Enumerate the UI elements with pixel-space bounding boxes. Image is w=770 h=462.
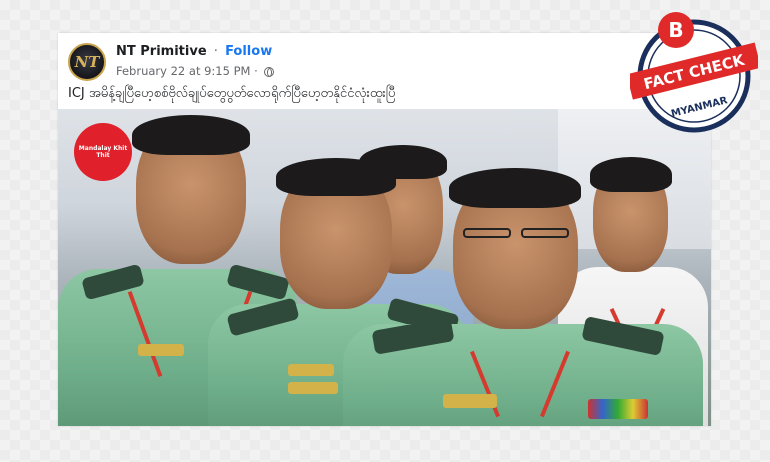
post-caption: ICJ အမိန့်ချပြီဟေ့စစ်ဗိုလ်ချုပ်တွေပွတ်လေ… [68,86,396,101]
meta-separator: · [254,64,258,78]
follow-button[interactable]: Follow [225,44,272,59]
author-name[interactable]: NT Primitive [116,44,207,59]
nt-logo: NT [74,53,100,71]
facebook-post-card: NT NT Primitive · Follow February 22 at … [58,33,711,426]
watermark-text: Mandalay Khit Thit [78,145,128,159]
globe-icon [264,67,275,77]
mandalay-khit-thit-logo: Mandalay Khit Thit [74,123,132,181]
post-header: NT NT Primitive · Follow February 22 at … [68,41,628,85]
post-photo[interactable]: Mandalay Khit Thit [58,109,711,426]
fact-check-badge: B FACT CHECK MYANMAR [630,12,758,133]
separator-dot: · [213,44,218,59]
post-meta: February 22 at 9:15 PM · [116,64,275,78]
author-line: NT Primitive · Follow [116,44,272,59]
post-timestamp[interactable]: February 22 at 9:15 PM [116,64,250,78]
badge-letter: B [668,18,683,42]
page-avatar[interactable]: NT [68,43,106,81]
